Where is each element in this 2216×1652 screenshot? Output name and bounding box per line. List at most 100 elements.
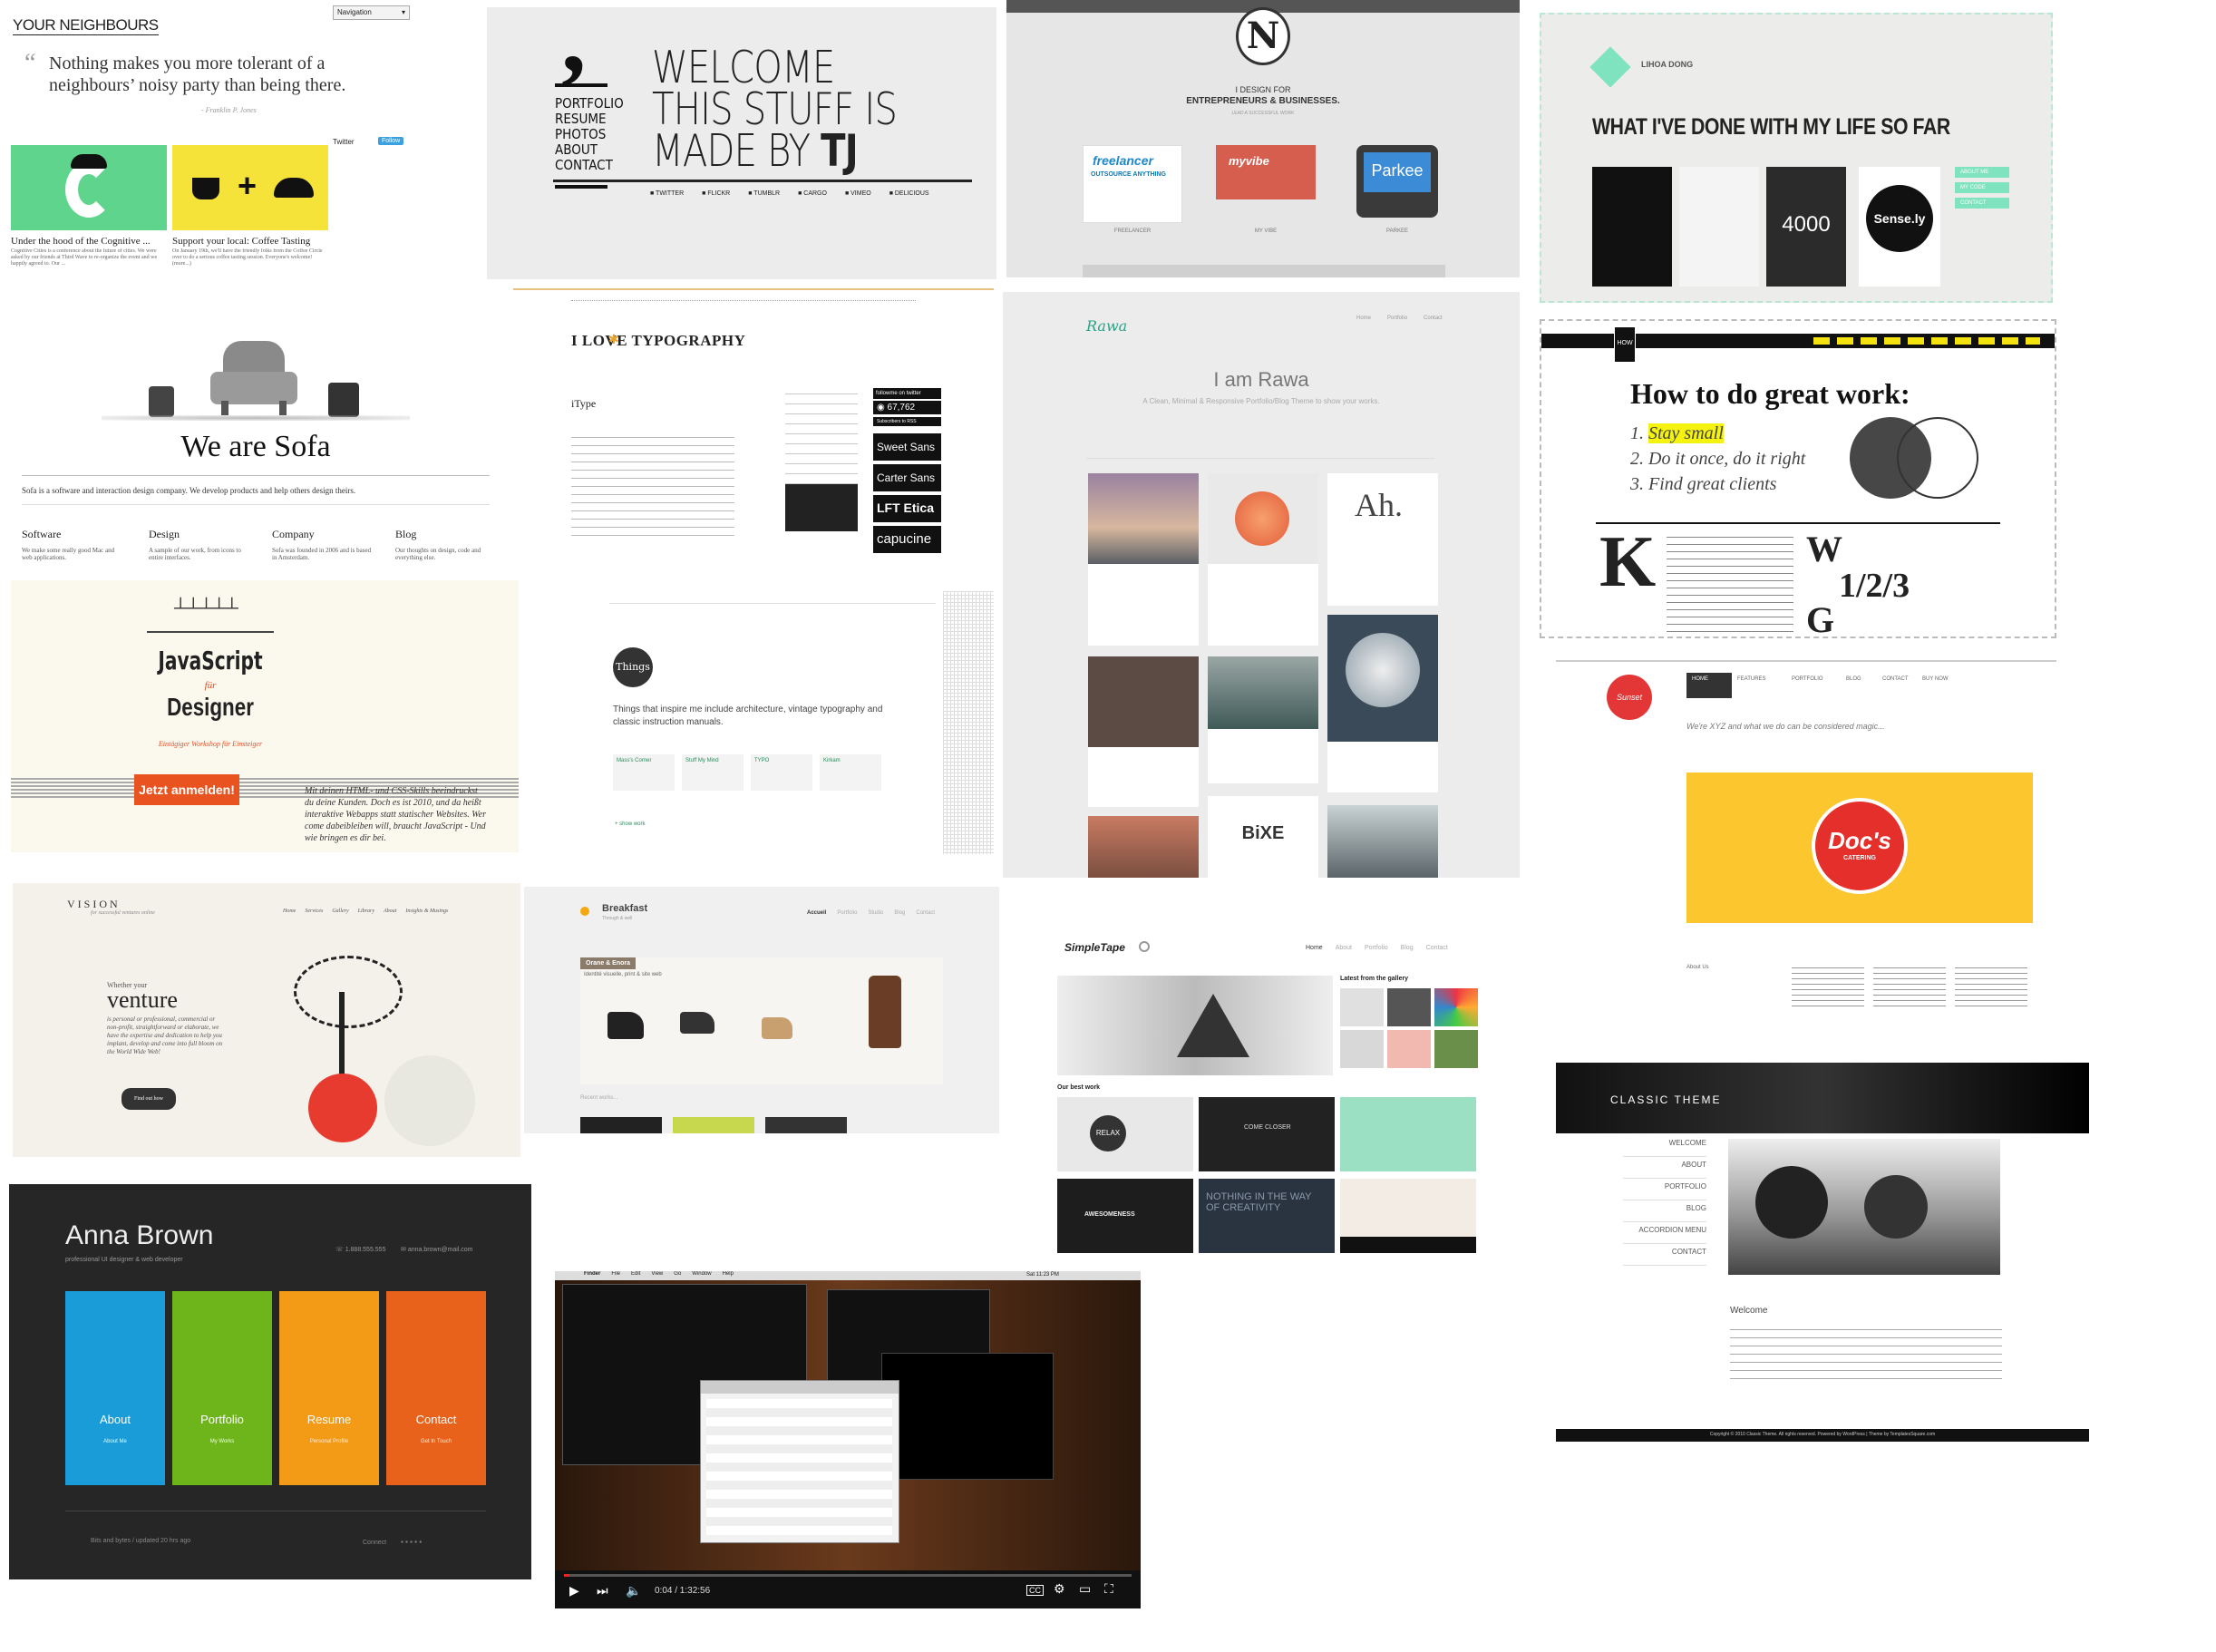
nav-about[interactable]: About [384,909,396,914]
nav-contact[interactable]: Contact [1424,316,1443,321]
site-title[interactable]: CLASSIC THEME [1610,1093,1721,1106]
thumb-rawa[interactable]: Rawa Home Portfolio Contact I am Rawa A … [1003,292,1520,878]
nav-portfolio[interactable]: Portfolio [837,910,857,916]
card-sunset[interactable] [1088,473,1199,646]
contact-button[interactable]: CONTACT [1955,198,2009,209]
social-vimeo[interactable]: ■ VIMEO [845,190,871,197]
post-title-2[interactable]: Support your local: Coffee Tasting [172,236,328,247]
nav-about[interactable]: ABOUT [1623,1157,1706,1179]
work-thumb-creativity[interactable]: NOTHING IN THE WAY OF CREATIVITY [1199,1179,1335,1253]
nav-about[interactable]: About [1336,945,1352,951]
thumb-vision[interactable]: VISION for successful ventures online Ho… [13,883,520,1157]
thumb-video-player[interactable]: Finder File Edit View Go Window Help Sat… [555,1271,1141,1608]
font-ad-carter-sans[interactable]: Carter Sans [873,464,941,491]
work-thumb-relax[interactable]: RELAX [1057,1097,1193,1171]
show-work-link[interactable]: + show work [615,821,646,827]
hero-image[interactable] [1057,976,1333,1075]
tile-portfolio[interactable]: Portfolio My Works [172,1291,272,1485]
finder-window[interactable] [700,1380,899,1543]
about-me-button[interactable]: ABOUT ME [1955,167,2009,178]
nav-buy-now[interactable]: BUY NOW [1917,673,1971,698]
gallery-thumb-4[interactable] [1340,1030,1384,1068]
post-title[interactable]: iType [571,397,596,411]
nav-accordion[interactable]: ACCORDION MENU [1623,1222,1706,1244]
project-parkee[interactable]: Parkee [1356,145,1438,218]
nav-select[interactable]: Navigation ▾ [333,5,410,20]
work-thumb-come-closer[interactable]: COME CLOSER [1199,1097,1335,1171]
section-company[interactable]: Company Sofa was founded in 2006 and is … [272,528,376,561]
nav-insights[interactable]: Insights & Musings [405,909,448,914]
work-thumb-pelican[interactable] [1340,1179,1476,1253]
nav-home[interactable]: Home [1306,945,1323,951]
tile-resume[interactable]: Resume Personal Profile [279,1291,379,1485]
card-red[interactable] [1088,816,1199,878]
nav-studio[interactable]: Studio [868,910,883,916]
social-cargo[interactable]: ■ CARGO [798,190,827,197]
thumb-great-work[interactable]: HOW How to do great work: 1. Stay small … [1540,319,2056,638]
settings-icon[interactable]: ⚙ [1054,1581,1065,1597]
nav-home[interactable]: Home [1356,316,1371,321]
menu-go[interactable]: Go [674,1271,681,1280]
recent-thumb-3[interactable] [765,1117,847,1133]
feature-banner[interactable]: Orane & Enora Identité visuelle, print &… [580,957,943,1084]
menu-photos[interactable]: PHOTOS [555,127,624,142]
menu-about[interactable]: ABOUT [555,142,624,158]
thumb-tj[interactable]: , PORTFOLIO RESUME PHOTOS ABOUT CONTACT … [487,7,996,279]
card-planet[interactable] [1327,615,1438,792]
nav-home[interactable]: HOME [1686,673,1732,698]
menu-view[interactable]: View [651,1271,663,1280]
card-landscape[interactable] [1208,656,1318,783]
nav-accueil[interactable]: Accueil [807,910,826,916]
card-ah[interactable]: Ah. [1327,473,1438,606]
nav-blog[interactable]: BLOG [1623,1200,1706,1222]
site-logo[interactable]: Rawa [1086,317,1127,335]
menu-resume[interactable]: RESUME [555,112,624,127]
menu-edit[interactable]: Edit [631,1271,640,1280]
gallery-thumb-3[interactable] [1434,988,1478,1026]
site-logo[interactable]: Breakfast [602,903,647,914]
menu-file[interactable]: File [611,1271,620,1280]
theater-icon[interactable]: ▭ [1079,1581,1091,1597]
thumb-sofa[interactable]: We are Sofa Sofa is a software and inter… [11,317,501,580]
gallery-thumb-1[interactable] [1340,988,1384,1026]
nav-contact[interactable]: CONTACT [1623,1244,1706,1266]
nav-portfolio[interactable]: Portfolio [1387,316,1407,321]
register-button[interactable]: Jetzt anmelden! [134,774,239,805]
site-logo[interactable]: SimpleTape [1064,941,1125,954]
recent-thumb-2[interactable] [673,1117,754,1133]
social-icons[interactable]: ▪ ▪ ▪ ▪ ▪ [401,1538,422,1546]
font-ad-capucine[interactable]: capucine [873,526,941,553]
nav-blog[interactable]: Blog [1401,945,1414,951]
project-tile-watch[interactable] [1592,167,1672,287]
post-image-coffee[interactable]: + [172,145,328,230]
thumb-n-portfolio[interactable]: N I DESIGN FOR ENTREPRENEURS & BUSINESSE… [1006,0,1520,277]
nav-blog[interactable]: Blog [894,910,905,916]
play-icon[interactable]: ▶ [569,1583,579,1599]
thumb-things[interactable]: Things Things that inspire me include ar… [562,591,994,854]
find-out-button[interactable]: Find out how [121,1088,176,1110]
recent-thumb-1[interactable] [580,1117,662,1133]
link-card-4[interactable]: Kirkam [820,754,881,791]
tile-about[interactable]: About About Me [65,1291,165,1485]
work-thumb-bird[interactable] [1340,1097,1476,1171]
thumb-breakfast[interactable]: Breakfast Through & well Accueil Portfol… [524,887,999,1133]
thumb-ilovetypography[interactable]: I LOVE TYPOGRAPHY ✱ iType followme on tw… [513,288,994,580]
menu-help[interactable]: Help [723,1271,734,1280]
hero-banner[interactable]: Doc's CATERING [1686,773,2033,923]
section-software[interactable]: Software We make some really good Mac an… [22,528,126,561]
link-card-1[interactable]: Mass's Corner [613,754,675,791]
link-card-3[interactable]: TYPO [751,754,812,791]
terminal-window-3[interactable] [881,1353,1054,1480]
post-image-cognitive[interactable] [11,145,167,230]
nav-home[interactable]: Home [283,909,296,914]
nav-blog[interactable]: BLOG [1841,673,1877,698]
thumb-lihoa-dong[interactable]: LIHOA DONG WHAT I'VE DONE WITH MY LIFE S… [1540,13,2053,303]
gallery-thumb-5[interactable] [1387,1030,1431,1068]
thumb-javascript-designer[interactable]: ┴┴┴┴┴ JavaScript für Designer Eintägiger… [11,580,519,852]
thumb-your-neighbours[interactable]: YOUR NEIGHBOURS Navigation ▾ “ Nothing ma… [11,5,410,279]
card-laptop[interactable] [1088,656,1199,807]
logo-badge[interactable]: HOW [1614,326,1636,363]
progress-bar[interactable] [564,1574,1132,1577]
logo-circle[interactable]: Sunset [1607,675,1652,720]
nav-portfolio[interactable]: PORTFOLIO [1786,673,1841,698]
